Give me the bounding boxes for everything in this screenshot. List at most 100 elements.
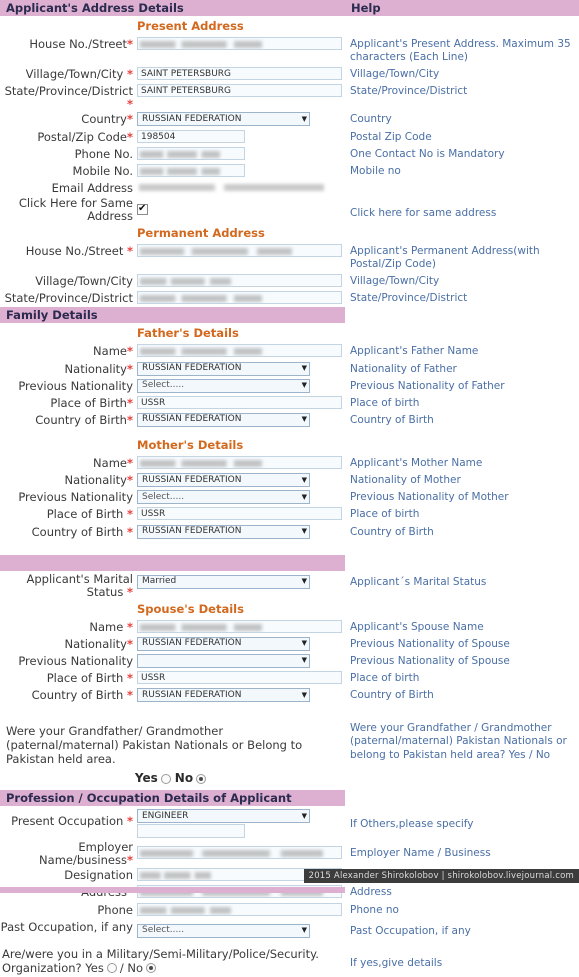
help-column-header: Help [345,0,579,16]
family-details-header: Family Details [0,307,345,324]
help-spouse-place-birth: Place of birth [345,670,579,688]
field-row-mother-place-birth: Place of Birth * USSR Place of birth [0,506,579,524]
question-military-text: Are/were you in a Military/Semi-Military… [0,945,345,977]
question-row-military: Are/were you in a Military/Semi-Military… [0,944,579,977]
field-row-perm-village: Village/Town/City Village/Town/City [0,273,579,291]
label-mother-country-birth: Country of Birth * [31,524,133,539]
field-row-same-address: Click Here for Same Address Click here f… [0,194,579,223]
mothers-details-subtitle-row: Mother's Details [0,435,579,455]
field-row-father-place-birth: Place of Birth* USSR Place of birth [0,394,579,412]
input-present-village[interactable]: SAINT PETERSBURG [137,67,342,81]
field-row-work-phone: Phone Phone no [0,901,579,919]
section-header-profession: Profession / Occupation Details of Appli… [0,790,579,807]
field-row-spouse-place-birth: Place of Birth * USSR Place of birth [0,670,579,688]
visa-application-form-page: Applicant's Address Details Help Present… [0,0,579,977]
field-row-father-name: Name* Applicant's Father Name [0,343,579,361]
help-header-spacer-3 [345,790,579,807]
label-father-place-birth: Place of Birth* [50,395,133,410]
radio-pakistan-no[interactable] [196,773,207,784]
label-spouse-country-birth: Country of Birth * [31,688,133,703]
select-spouse-prev-nationality[interactable]: ▼ [137,653,310,668]
input-perm-house-street[interactable] [137,243,342,257]
help-past-occupation: Past Occupation, if any [345,918,579,945]
input-perm-village[interactable] [137,274,342,288]
label-spouse-place-birth: Place of Birth * [46,671,133,685]
input-spouse-name[interactable] [137,619,342,633]
select-father-prev-nationality[interactable]: Select..... ▼ [137,378,310,393]
chevron-down-icon: ▼ [301,492,307,501]
question-row-pakistan: Were your Grandfather/ Grandmother (pate… [0,720,579,791]
input-perm-state[interactable] [137,291,342,305]
label-designation: Designation [64,868,133,883]
input-father-place-birth[interactable]: USSR [137,395,342,409]
watermark-credit: 2015 Alexander Shirokolobov | shirokolob… [303,869,579,883]
section-header-blank [0,554,579,571]
select-present-country[interactable]: RUSSIAN FEDERATION ▼ [137,112,310,127]
help-spouse-name: Applicant's Spouse Name [345,618,579,636]
radio-military-no[interactable] [146,963,157,974]
help-header-spacer-2 [345,554,579,571]
select-mother-prev-nationality[interactable]: Select..... ▼ [137,490,310,505]
input-spouse-place-birth[interactable]: USSR [137,671,342,684]
select-spouse-country-birth[interactable]: RUSSIAN FEDERATION ▼ [137,688,310,703]
help-spouse-prev-nationality: Previous Nationality of Spouse [345,652,579,670]
select-past-occupation[interactable]: Select..... ▼ [137,923,310,938]
label-employer-name: Employer Name/business* [39,840,133,868]
field-row-present-occupation: Present Occupation * ENGINEER ▼ If Other… [0,806,579,840]
chevron-down-icon: ▼ [301,577,307,586]
select-spouse-nationality[interactable]: RUSSIAN FEDERATION ▼ [137,636,310,651]
input-mother-place-birth[interactable]: USSR [137,507,342,521]
label-present-house-street: House No./Street* [29,37,133,51]
select-present-occupation[interactable]: ENGINEER ▼ [137,809,310,824]
input-father-name[interactable] [137,344,342,358]
help-empty-2 [345,222,579,243]
select-father-country-birth[interactable]: RUSSIAN FEDERATION ▼ [137,412,310,427]
input-phone-no[interactable] [137,146,245,160]
select-father-nationality[interactable]: RUSSIAN FEDERATION ▼ [137,361,310,376]
help-empty-3 [345,323,579,344]
chevron-down-icon: ▼ [301,639,307,648]
label-phone-no: Phone No. [74,146,133,161]
input-work-phone[interactable] [137,902,342,916]
chevron-down-icon: ▼ [301,690,307,699]
label-perm-state: State/Province/District [4,291,133,306]
field-row-perm-house-street: House No./Street * Applicant's Permanent… [0,242,579,274]
field-row-past-occupation: Past Occupation, if any Select..... ▼ Pa… [0,918,579,945]
help-email [345,179,579,195]
input-present-house-street[interactable] [137,37,342,50]
help-spouse-country-birth: Country of Birth [345,687,579,705]
field-row-postal-zip: Postal/Zip Code* 198504 Postal Zip Code [0,128,579,146]
field-row-present-house-street: House No./Street* Applicant's Present Ad… [0,36,579,67]
address-details-header: Applicant's Address Details [0,0,345,16]
input-mobile-no[interactable] [137,163,245,177]
field-row-mother-prev-nationality: Previous Nationality Select..... ▼ Previ… [0,489,579,507]
field-row-spouse-prev-nationality: Previous Nationality ▼ Previous National… [0,652,579,670]
label-past-occupation: Past Occupation, if any [0,919,133,934]
input-present-state[interactable]: SAINT PETERSBURG [137,84,342,98]
question-military-line2: Organization? Yes [2,960,104,975]
label-same-address: Click Here for Same Address [18,195,133,223]
input-occupation-other[interactable] [137,824,245,839]
chevron-down-icon: ▼ [301,415,307,424]
radio-military-yes[interactable] [106,963,117,974]
select-mother-country-birth[interactable]: RUSSIAN FEDERATION ▼ [137,524,310,539]
select-mother-nationality[interactable]: RUSSIAN FEDERATION ▼ [137,473,310,488]
radio-pakistan-yes[interactable] [160,773,171,784]
checkbox-same-address[interactable] [137,203,148,216]
field-row-present-state: State/Province/District * SAINT PETERSBUR… [0,83,579,112]
input-postal-zip[interactable]: 198504 [137,129,245,143]
help-father-prev-nationality: Previous Nationality of Father [345,377,579,395]
input-mother-name[interactable] [137,456,342,469]
label-perm-village: Village/Town/City [35,274,133,289]
field-row-perm-state: State/Province/District State/Province/D… [0,290,579,308]
field-row-mother-nationality: Nationality* RUSSIAN FEDERATION ▼ Nation… [0,472,579,490]
spouses-details-subtitle-row: Spouse's Details [0,598,579,619]
help-postal-zip: Postal Zip Code [345,128,579,146]
select-marital-status[interactable]: Married ▼ [137,574,310,589]
spacer-mother-marital [0,541,579,555]
label-mother-name: Name* [93,456,133,470]
chevron-down-icon: ▼ [301,381,307,390]
input-employer-name[interactable] [137,846,342,860]
section-header-address-details: Applicant's Address Details Help [0,0,579,16]
profession-details-header: Profession / Occupation Details of Appli… [0,790,345,807]
